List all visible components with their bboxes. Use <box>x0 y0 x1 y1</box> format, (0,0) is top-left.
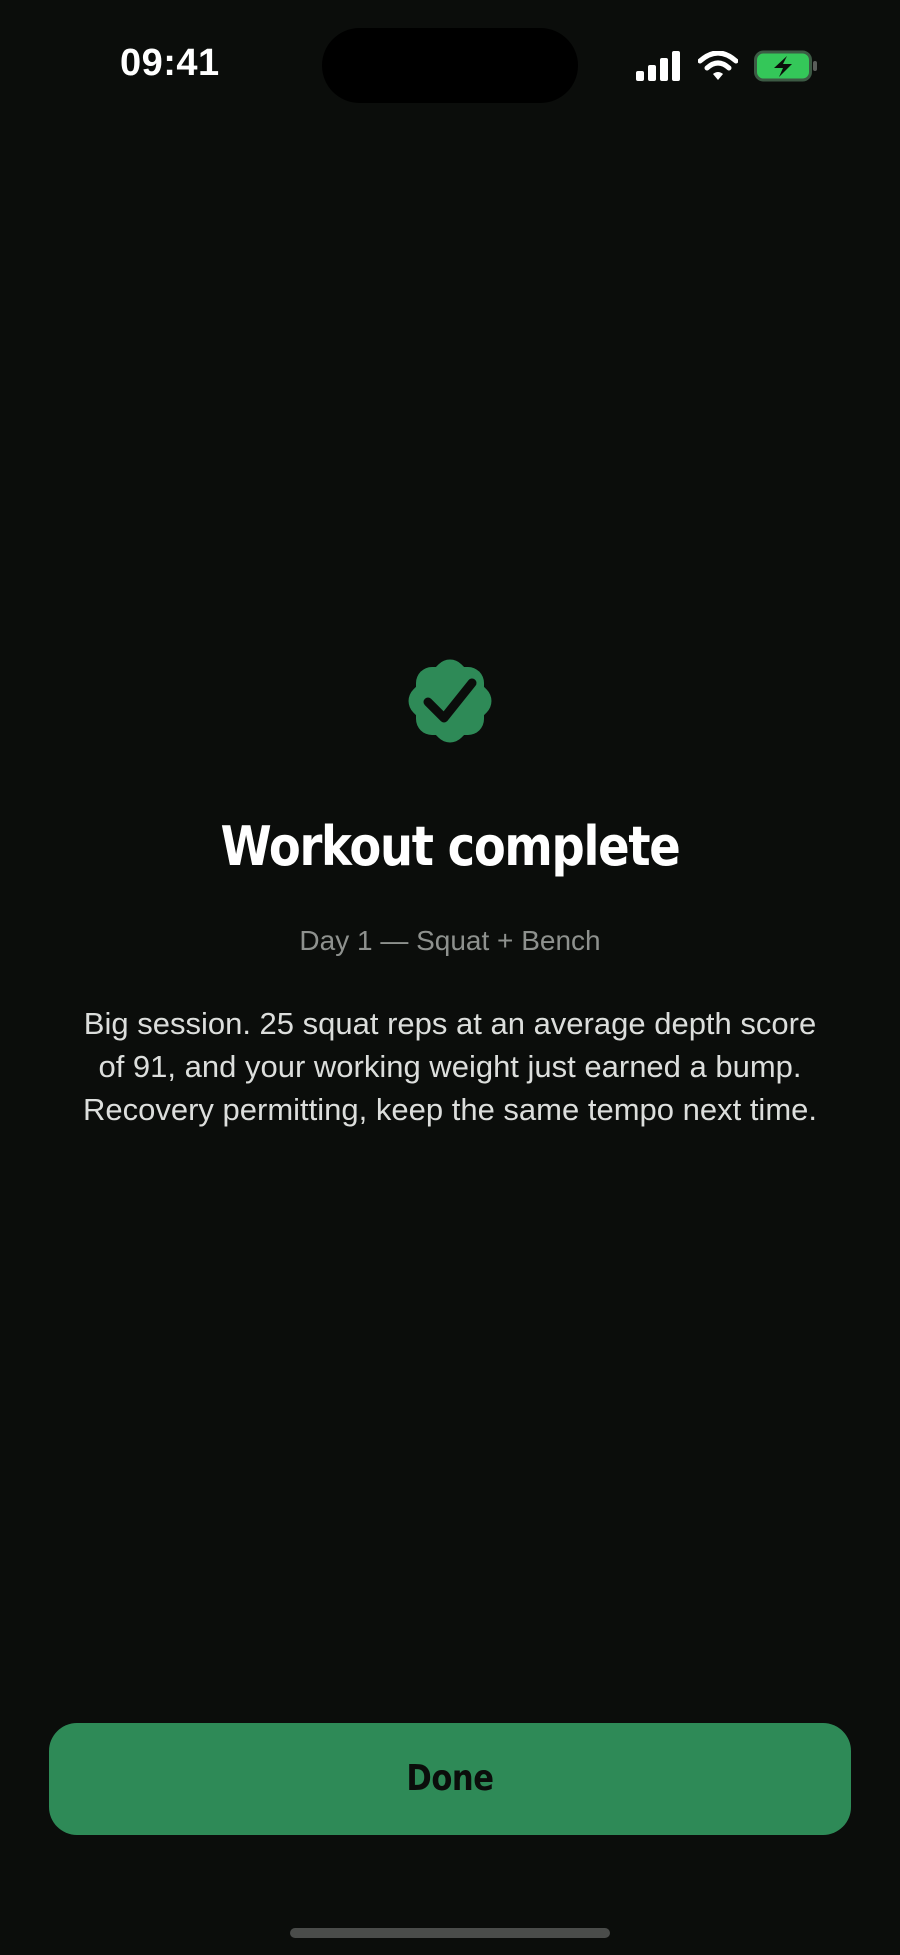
battery-charging-icon <box>754 50 818 82</box>
page-title: Workout complete <box>220 815 681 878</box>
dynamic-island <box>322 28 578 103</box>
verified-check-badge-icon <box>394 645 506 757</box>
workout-day-subtitle: Day 1 — Squat + Bench <box>299 925 601 956</box>
done-button-label: Done <box>406 1758 494 1799</box>
cellular-signal-icon <box>636 51 682 81</box>
home-indicator[interactable] <box>290 1928 610 1938</box>
session-summary-text: Big session. 25 squat reps at an average… <box>83 1006 817 1127</box>
wifi-icon <box>698 51 738 81</box>
status-bar: 09:41 <box>0 0 900 130</box>
workout-complete-screen: 09:41 Workout complete Day 1 — Squat + B… <box>0 0 900 1955</box>
done-button[interactable]: Done <box>49 1723 851 1835</box>
status-icons <box>636 46 818 86</box>
status-time: 09:41 <box>120 42 220 84</box>
